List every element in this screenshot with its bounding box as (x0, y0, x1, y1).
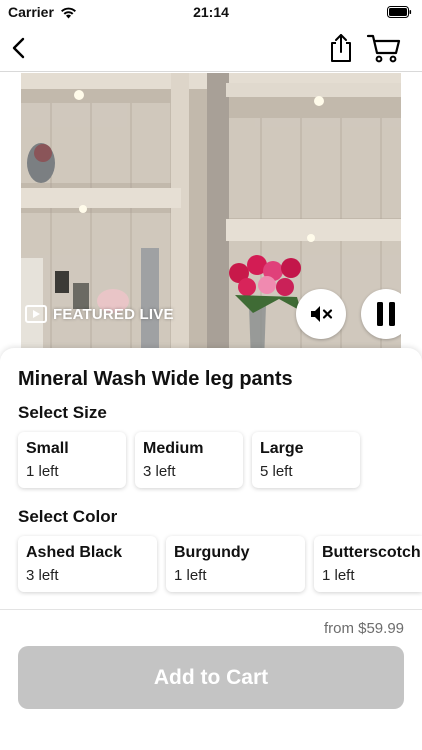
select-color-label: Select Color (18, 507, 118, 526)
mute-button[interactable] (296, 289, 346, 339)
color-option-ashed-black[interactable]: Ashed Black 3 left (18, 536, 157, 592)
color-name: Ashed Black (26, 544, 123, 561)
color-option-butterscotch[interactable]: Butterscotch 1 left (314, 536, 422, 592)
battery-icon (387, 5, 412, 21)
share-icon[interactable] (326, 32, 356, 64)
color-stock: 1 left (174, 567, 207, 584)
product-sheet: Mineral Wash Wide leg pants Select Size … (0, 348, 422, 750)
color-name: Butterscotch (322, 544, 421, 561)
size-option-large[interactable]: Large 5 left (252, 432, 360, 488)
featured-live-label: FEATURED LIVE (53, 305, 174, 323)
chevron-left-icon[interactable] (6, 34, 34, 62)
featured-live-badge: FEATURED LIVE (25, 305, 174, 323)
size-name: Large (260, 440, 304, 457)
status-bar: Carrier 21:14 (0, 0, 422, 24)
size-stock: 3 left (143, 463, 176, 480)
pause-icon (377, 302, 395, 326)
clock: 21:14 (193, 4, 229, 20)
color-option-burgundy[interactable]: Burgundy 1 left (166, 536, 305, 592)
size-stock: 1 left (26, 463, 59, 480)
color-name: Burgundy (174, 544, 250, 561)
navigation-bar (0, 24, 422, 72)
product-screen: Carrier 21:14 FEATURED LIVE Mineral Wash… (0, 0, 422, 750)
price-label: from $59.99 (323, 620, 404, 637)
color-stock: 1 left (322, 567, 355, 584)
size-stock: 5 left (260, 463, 293, 480)
size-option-medium[interactable]: Medium 3 left (135, 432, 243, 488)
live-video[interactable]: FEATURED LIVE (21, 73, 401, 363)
size-name: Medium (143, 440, 204, 457)
speaker-muted-icon (311, 306, 333, 322)
color-stock: 3 left (26, 567, 59, 584)
add-to-cart-button[interactable]: Add to Cart (18, 646, 404, 709)
video-icon (25, 305, 47, 323)
size-option-small[interactable]: Small 1 left (18, 432, 126, 488)
divider (0, 609, 422, 610)
product-title: Mineral Wash Wide leg pants (18, 368, 293, 390)
size-name: Small (26, 440, 69, 457)
cart-icon[interactable] (366, 32, 402, 64)
select-size-label: Select Size (18, 403, 107, 422)
